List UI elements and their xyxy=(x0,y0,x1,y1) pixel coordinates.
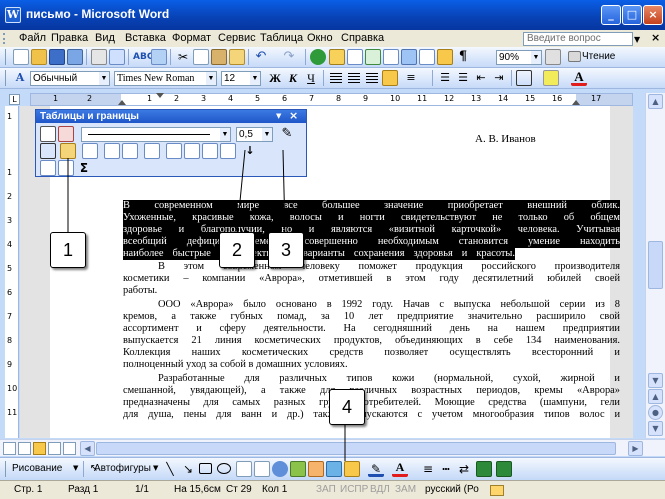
leader-line-3 xyxy=(282,149,286,233)
leader-line-2 xyxy=(236,149,246,233)
callout-3: 3 xyxy=(268,232,304,268)
callout-1: 1 xyxy=(50,232,86,268)
callout-2: 2 xyxy=(219,232,255,268)
callout-4: 4 xyxy=(329,389,365,425)
word-window: W письмо - Microsoft Word _ □ × Файл Пра… xyxy=(0,0,665,499)
